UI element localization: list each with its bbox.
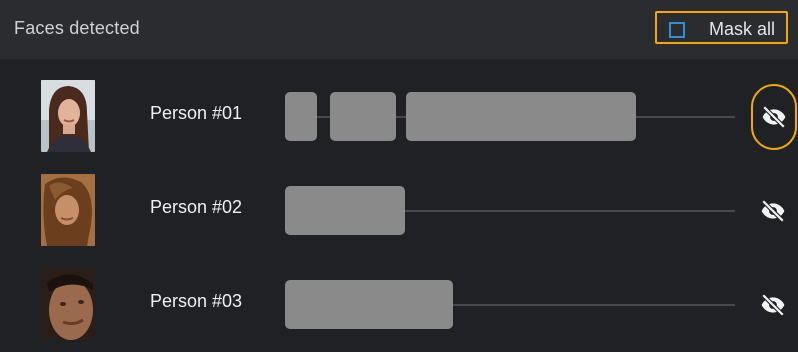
face-name: Person #02	[150, 197, 243, 217]
eye-off-icon	[761, 293, 785, 317]
toggle-visibility-button[interactable]	[751, 84, 797, 150]
panel-header: Faces detected Mask all	[0, 0, 798, 59]
toggle-visibility-button[interactable]	[753, 285, 793, 325]
timeline-segment[interactable]	[285, 186, 405, 235]
eye-off-icon	[761, 199, 785, 223]
timeline-segment[interactable]	[285, 92, 317, 141]
eye-off-icon	[762, 105, 786, 129]
toggle-visibility-button[interactable]	[753, 191, 793, 231]
face-thumbnail	[41, 174, 95, 246]
mask-all-label: Mask all	[709, 19, 776, 39]
face-row: Person #01	[0, 76, 798, 158]
face-row: Person #02	[0, 170, 798, 252]
face-row: Person #03	[0, 264, 798, 346]
face-name: Person #03	[150, 291, 243, 311]
timeline-segment[interactable]	[285, 280, 453, 329]
face-name: Person #01	[150, 103, 243, 123]
timeline-segment[interactable]	[330, 92, 396, 141]
faces-detected-panel: Faces detected Mask all Person #01 Perso…	[0, 0, 798, 352]
face-thumbnail	[41, 80, 95, 152]
mask-all-toggle[interactable]: Mask all	[655, 11, 788, 44]
timeline-segment[interactable]	[406, 92, 636, 141]
face-thumbnail	[41, 268, 95, 340]
panel-title: Faces detected	[14, 18, 140, 38]
mask-all-checkbox[interactable]	[669, 22, 685, 38]
